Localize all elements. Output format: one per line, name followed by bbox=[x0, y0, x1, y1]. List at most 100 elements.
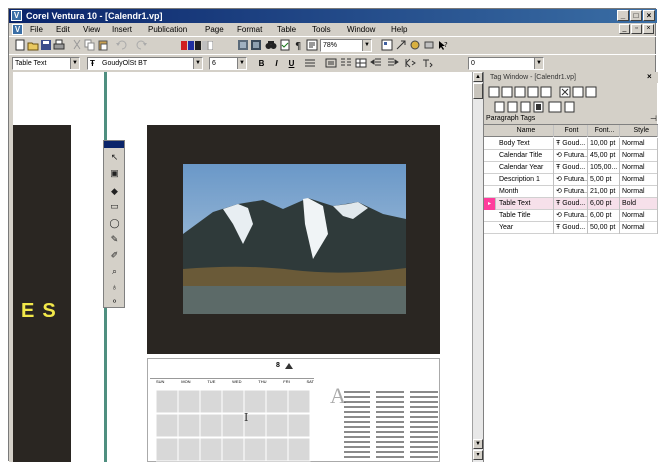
undo-icon[interactable] bbox=[115, 39, 127, 51]
tag-row[interactable]: Body Text Ŧ Goud... 10,00 pt Normal bbox=[484, 138, 658, 150]
toolbox-titlebar[interactable] bbox=[104, 141, 124, 148]
underline-button[interactable]: U bbox=[286, 58, 297, 69]
tag-row[interactable]: Year Ŧ Goud... 50,00 pt Normal bbox=[484, 222, 658, 234]
maximize-button[interactable]: □ bbox=[630, 10, 642, 21]
paragraph-tag-combo[interactable]: Table Text ▼ bbox=[12, 57, 80, 70]
tag-toolbar-top[interactable] bbox=[488, 86, 600, 98]
print-icon[interactable] bbox=[53, 39, 65, 51]
doc-close-button[interactable]: × bbox=[643, 24, 654, 34]
table-icon[interactable] bbox=[355, 57, 367, 69]
spacing-combo[interactable]: 0 ▼ bbox=[468, 57, 544, 70]
right-page-top[interactable] bbox=[147, 125, 440, 354]
rectangle-tool-icon[interactable]: ▭ bbox=[108, 200, 121, 213]
page-layout-icon[interactable] bbox=[381, 39, 393, 51]
menu-page[interactable]: Page bbox=[205, 23, 224, 36]
pick-tool-icon[interactable]: ↖ bbox=[108, 151, 121, 164]
scroll-page-down-icon[interactable]: ▾ bbox=[473, 450, 483, 460]
spell-check-icon[interactable] bbox=[279, 39, 291, 51]
copy-icon[interactable] bbox=[84, 39, 96, 51]
column-header-name[interactable]: Name bbox=[497, 125, 554, 137]
app-icon[interactable]: V bbox=[11, 10, 22, 21]
menu-table[interactable]: Table bbox=[277, 23, 296, 36]
increase-indent-icon[interactable] bbox=[387, 57, 399, 69]
calendar-page[interactable]: 8 SUN MON TUE WED THU FRI SAT I A bbox=[147, 358, 440, 462]
help-cursor-icon[interactable]: ? bbox=[437, 39, 449, 51]
eyedropper-tool-icon[interactable]: ✐ bbox=[108, 249, 121, 262]
document-icon[interactable]: V bbox=[12, 24, 23, 35]
tag-window-close-icon[interactable]: × bbox=[647, 72, 652, 81]
pen-tool-icon[interactable]: ✎ bbox=[108, 233, 121, 246]
menu-window[interactable]: Window bbox=[347, 23, 375, 36]
menu-help[interactable]: Help bbox=[391, 23, 407, 36]
frame-tool-icon[interactable]: ▣ bbox=[108, 167, 121, 180]
export-icon[interactable] bbox=[250, 39, 262, 51]
menu-edit[interactable]: Edit bbox=[56, 23, 70, 36]
menu-file[interactable]: File bbox=[30, 23, 43, 36]
title-bar[interactable]: V Corel Ventura 10 - [Calendr1.vp] _ □ × bbox=[9, 9, 657, 23]
doc-minimize-button[interactable]: _ bbox=[619, 24, 630, 34]
mountain-photo[interactable] bbox=[183, 164, 406, 314]
text-view-icon[interactable] bbox=[306, 39, 318, 51]
menu-view[interactable]: View bbox=[83, 23, 100, 36]
open-icon[interactable] bbox=[27, 39, 39, 51]
menu-tools[interactable]: Tools bbox=[312, 23, 331, 36]
tag-row[interactable]: Description 1 ⟲ Futura... 5,00 pt Normal bbox=[484, 174, 658, 186]
tag-row[interactable]: ▸ Table Text Ŧ Goud... 6,00 pt Bold bbox=[484, 198, 658, 210]
node-tool-icon[interactable]: ◆ bbox=[108, 185, 121, 198]
paragraph-mark-icon[interactable]: ¶ bbox=[293, 39, 305, 51]
color-manager-icon[interactable] bbox=[409, 39, 421, 51]
zoom-tool-icon[interactable]: ⌕ bbox=[108, 265, 121, 278]
import-icon[interactable] bbox=[237, 39, 249, 51]
columns-icon[interactable] bbox=[340, 57, 352, 69]
left-page[interactable]: ES bbox=[13, 125, 71, 462]
tag-row[interactable]: Calendar Year Ŧ Goud... 105,00... Normal bbox=[484, 162, 658, 174]
find-icon[interactable] bbox=[265, 39, 277, 51]
zoom-combo[interactable]: 78% ▼ bbox=[320, 39, 372, 52]
tag-row[interactable]: Month ⟲ Futura... 21,00 pt Normal bbox=[484, 186, 658, 198]
font-combo[interactable]: Ŧ GoudyOlSt BT ▼ bbox=[87, 57, 203, 70]
paste-icon[interactable] bbox=[97, 39, 109, 51]
frame-tool-icon[interactable] bbox=[395, 39, 407, 51]
chevron-down-icon[interactable]: ▼ bbox=[237, 58, 246, 69]
tracking-icon[interactable] bbox=[421, 57, 433, 69]
tag-row[interactable]: Calendar Title ⟲ Futura... 45,00 pt Normal bbox=[484, 150, 658, 162]
vertical-scrollbar[interactable]: ▲ ▼ ▾ bbox=[472, 72, 483, 462]
calendar-grid[interactable] bbox=[156, 390, 314, 462]
cut-icon[interactable] bbox=[71, 39, 83, 51]
menu-format[interactable]: Format bbox=[237, 23, 262, 36]
outline-tool-icon[interactable]: ⚬ bbox=[108, 295, 121, 308]
pin-icon[interactable]: ⊣ bbox=[650, 114, 657, 123]
decrease-indent-icon[interactable] bbox=[370, 57, 382, 69]
toggle-icon[interactable] bbox=[423, 39, 435, 51]
align-icon[interactable] bbox=[304, 57, 316, 69]
close-button[interactable]: × bbox=[643, 10, 655, 21]
save-icon[interactable] bbox=[40, 39, 52, 51]
column-header-font[interactable]: Font bbox=[554, 125, 588, 137]
tag-window-title[interactable]: Tag Window - [Calendr1.vp] bbox=[484, 72, 658, 83]
chevron-down-icon[interactable]: ▼ bbox=[534, 58, 543, 69]
document-canvas[interactable]: ES 8 SUN MON TUE WED THU FRI SAT I A bbox=[9, 72, 472, 462]
italic-button[interactable]: I bbox=[271, 58, 282, 69]
column-header-style[interactable]: Style bbox=[620, 125, 658, 137]
minimize-button[interactable]: _ bbox=[617, 10, 629, 21]
bullets-icon[interactable] bbox=[325, 57, 337, 69]
scroll-up-icon[interactable]: ▲ bbox=[473, 72, 483, 82]
doc-restore-button[interactable]: ▫ bbox=[631, 24, 642, 34]
font-size-combo[interactable]: 6 ▼ bbox=[209, 57, 247, 70]
color-swatches-icon[interactable] bbox=[181, 41, 213, 50]
kerning-icon[interactable] bbox=[404, 57, 416, 69]
bold-button[interactable]: B bbox=[256, 58, 267, 69]
redo-icon[interactable] bbox=[136, 39, 148, 51]
ellipse-tool-icon[interactable]: ◯ bbox=[108, 217, 121, 230]
chevron-down-icon[interactable]: ▼ bbox=[70, 58, 79, 69]
scroll-thumb[interactable] bbox=[473, 83, 483, 99]
menu-publication[interactable]: Publication bbox=[148, 23, 187, 36]
body-text-columns[interactable] bbox=[344, 389, 439, 459]
chevron-down-icon[interactable]: ▼ bbox=[362, 40, 371, 51]
new-icon[interactable] bbox=[14, 39, 26, 51]
scroll-down-icon[interactable]: ▼ bbox=[473, 439, 483, 449]
tag-toolbar-filters[interactable] bbox=[494, 101, 578, 113]
menu-insert[interactable]: Insert bbox=[112, 23, 132, 36]
column-header-size[interactable]: Font... bbox=[588, 125, 620, 137]
chevron-down-icon[interactable]: ▼ bbox=[193, 58, 202, 69]
